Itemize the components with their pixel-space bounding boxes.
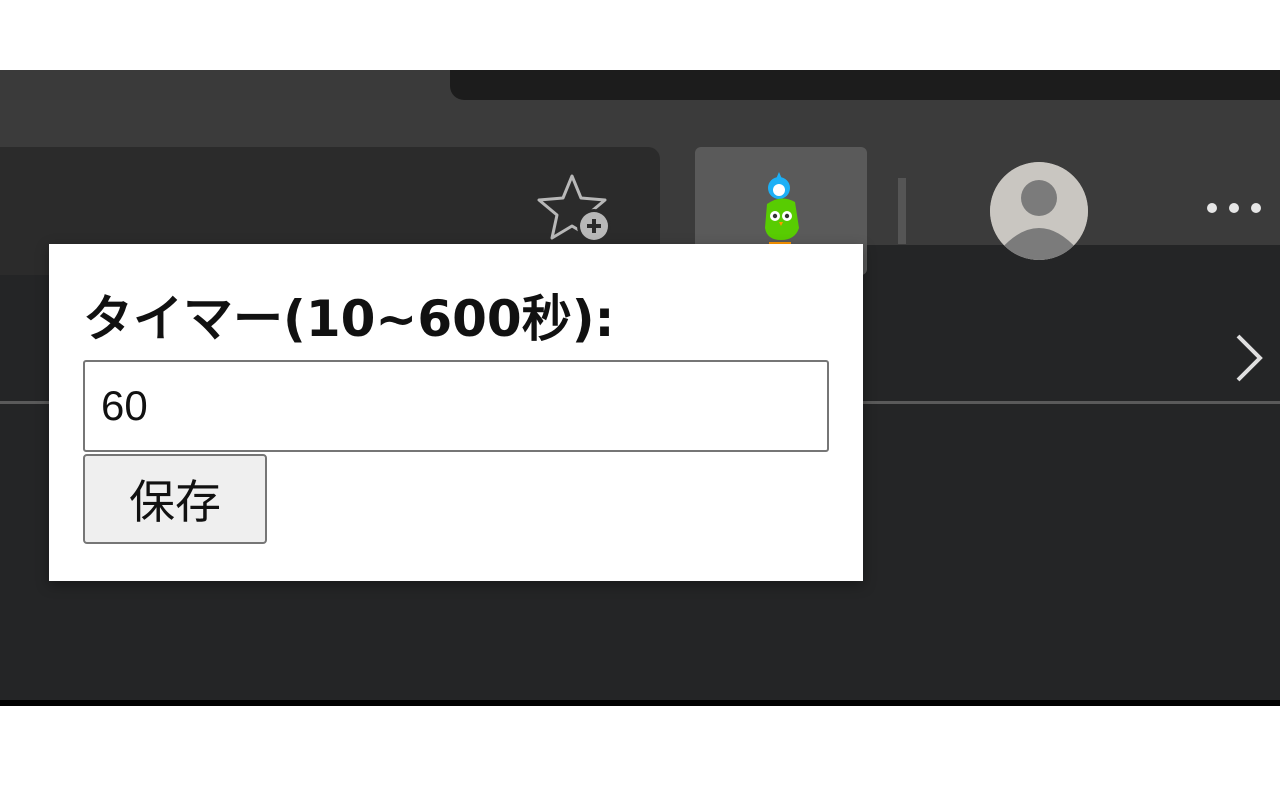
timer-input[interactable] [83, 360, 829, 452]
browser-toolbar [0, 100, 1280, 382]
chevron-left-icon[interactable] [0, 308, 8, 348]
more-dots-icon [1207, 203, 1261, 213]
timer-label: タイマー(10~600秒): [83, 290, 615, 348]
settings-menu-button[interactable] [1196, 188, 1280, 228]
avatar-icon [990, 162, 1088, 260]
tab-strip-dark-area [450, 70, 1280, 100]
star-add-icon [537, 174, 611, 243]
save-button[interactable]: 保存 [83, 454, 267, 544]
window-bottom-border [0, 700, 1280, 706]
chevron-right-icon[interactable] [1228, 328, 1268, 388]
profile-button[interactable] [990, 162, 1088, 260]
extension-popup: タイマー(10~600秒): 保存 [49, 244, 863, 581]
tab-strip [0, 70, 1280, 100]
add-favorite-button[interactable] [530, 170, 620, 250]
owl-extension-icon [765, 172, 799, 246]
toolbar-separator [898, 178, 906, 244]
